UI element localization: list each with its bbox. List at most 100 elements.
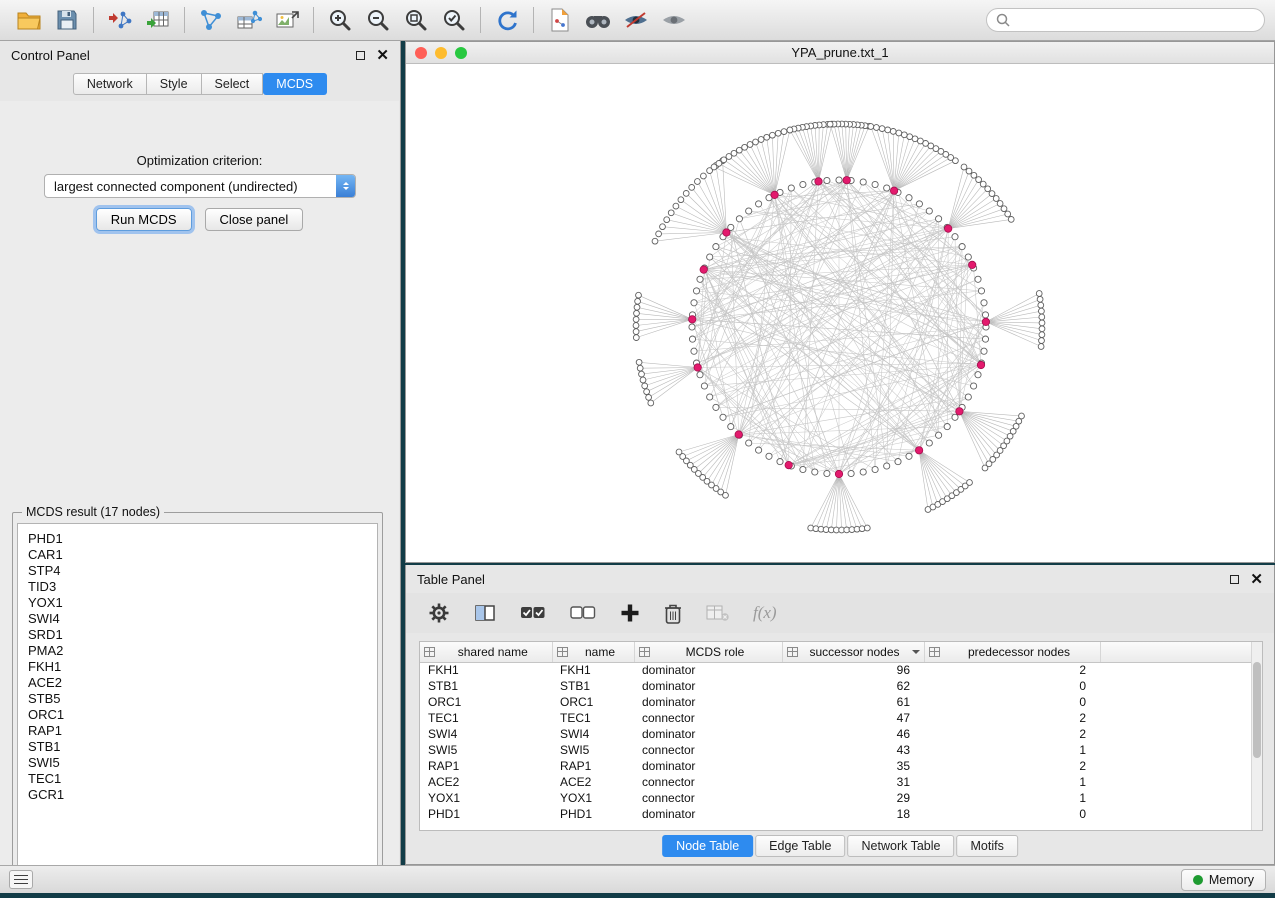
column-header-predecessor_nodes[interactable]: predecessor nodes bbox=[924, 642, 1100, 662]
zoom-in-button[interactable] bbox=[321, 4, 359, 36]
mcds-node-item[interactable]: STB1 bbox=[28, 739, 367, 755]
column-header-mcds_role[interactable]: MCDS role bbox=[634, 642, 782, 662]
mcds-node-item[interactable]: GCR1 bbox=[28, 787, 367, 803]
table-settings-button[interactable] bbox=[428, 602, 450, 624]
scrollbar-thumb[interactable] bbox=[1253, 662, 1261, 758]
sort-chevron-icon[interactable] bbox=[912, 650, 920, 658]
open-file-button[interactable] bbox=[10, 4, 48, 36]
select-all-button[interactable] bbox=[520, 604, 546, 622]
column-options-icon[interactable] bbox=[929, 647, 940, 657]
import-network-button[interactable] bbox=[101, 4, 139, 36]
criterion-dropdown[interactable]: largest connected component (undirected) bbox=[44, 174, 356, 198]
hide-graphics-details-button[interactable] bbox=[655, 4, 693, 36]
zoom-fit-button[interactable] bbox=[397, 4, 435, 36]
mcds-node-item[interactable]: TEC1 bbox=[28, 771, 367, 787]
table-scrollbar[interactable] bbox=[1251, 642, 1262, 830]
table-row[interactable]: FKH1FKH1dominator962 bbox=[420, 662, 1253, 678]
table-row[interactable]: STB1STB1dominator620 bbox=[420, 678, 1253, 694]
mcds-node-item[interactable]: ORC1 bbox=[28, 707, 367, 723]
column-options-icon[interactable] bbox=[787, 647, 798, 657]
mcds-node-item[interactable]: TID3 bbox=[28, 579, 367, 595]
cell-shared_name: SWI5 bbox=[420, 742, 552, 758]
float-panel-icon[interactable] bbox=[1230, 575, 1239, 584]
export-image-button[interactable] bbox=[268, 4, 306, 36]
import-table-button[interactable] bbox=[139, 4, 177, 36]
deselect-all-button[interactable] bbox=[570, 604, 596, 622]
mcds-node-item[interactable]: SWI5 bbox=[28, 755, 367, 771]
tab-mcds[interactable]: MCDS bbox=[263, 73, 327, 95]
window-close-button[interactable] bbox=[415, 47, 427, 59]
cell-successor_nodes: 46 bbox=[782, 726, 924, 742]
cell-name: FKH1 bbox=[552, 662, 634, 678]
zoom-in-icon bbox=[327, 7, 353, 33]
status-bar: Memory bbox=[0, 865, 1275, 893]
tab-motifs[interactable]: Motifs bbox=[956, 835, 1017, 857]
delete-column-button[interactable] bbox=[664, 603, 682, 624]
network-canvas[interactable] bbox=[406, 64, 1274, 562]
mcds-node-item[interactable]: PHD1 bbox=[28, 531, 367, 547]
copy-document-button[interactable] bbox=[541, 4, 579, 36]
mcds-node-item[interactable]: RAP1 bbox=[28, 723, 367, 739]
table-row[interactable]: SWI5SWI5connector431 bbox=[420, 742, 1253, 758]
new-network-button[interactable] bbox=[192, 4, 230, 36]
mcds-node-item[interactable]: FKH1 bbox=[28, 659, 367, 675]
column-header-shared_name[interactable]: shared name bbox=[420, 642, 552, 662]
tab-node-table[interactable]: Node Table bbox=[662, 835, 753, 857]
network-table-button[interactable] bbox=[230, 4, 268, 36]
table-row[interactable]: TEC1TEC1connector472 bbox=[420, 710, 1253, 726]
close-panel-button[interactable]: Close panel bbox=[205, 208, 304, 231]
show-columns-button[interactable] bbox=[474, 603, 496, 623]
mcds-node-item[interactable]: CAR1 bbox=[28, 547, 367, 563]
mcds-node-item[interactable]: YOX1 bbox=[28, 595, 367, 611]
cell-predecessor_nodes: 2 bbox=[924, 662, 1100, 678]
table-row[interactable]: ACE2ACE2connector311 bbox=[420, 774, 1253, 790]
column-header-successor_nodes[interactable]: successor nodes bbox=[782, 642, 924, 662]
close-panel-icon[interactable]: ✕ bbox=[376, 48, 389, 63]
mcds-node-item[interactable]: STB5 bbox=[28, 691, 367, 707]
zoom-selected-button[interactable] bbox=[435, 4, 473, 36]
node-table-container: shared namenameMCDS rolesuccessor nodesp… bbox=[419, 641, 1263, 831]
criterion-value: largest connected component (undirected) bbox=[54, 179, 298, 194]
close-panel-icon[interactable]: ✕ bbox=[1250, 572, 1263, 587]
mcds-node-item[interactable]: PMA2 bbox=[28, 643, 367, 659]
table-row[interactable]: YOX1YOX1connector291 bbox=[420, 790, 1253, 806]
hamburger-icon bbox=[14, 875, 28, 877]
window-minimize-button[interactable] bbox=[435, 47, 447, 59]
show-graphics-details-button[interactable] bbox=[617, 4, 655, 36]
table-row[interactable]: PHD1PHD1dominator180 bbox=[420, 806, 1253, 822]
memory-button[interactable]: Memory bbox=[1181, 869, 1266, 891]
search-network-button[interactable] bbox=[579, 4, 617, 36]
column-options-icon[interactable] bbox=[557, 647, 568, 657]
toolbar-separator bbox=[184, 7, 185, 33]
column-options-icon[interactable] bbox=[639, 647, 650, 657]
mcds-node-item[interactable]: ACE2 bbox=[28, 675, 367, 691]
tab-select[interactable]: Select bbox=[202, 73, 264, 95]
cell-name: SWI4 bbox=[552, 726, 634, 742]
tab-network[interactable]: Network bbox=[73, 73, 147, 95]
run-mcds-button[interactable]: Run MCDS bbox=[96, 208, 192, 231]
add-column-button[interactable] bbox=[620, 603, 640, 623]
zoom-out-button[interactable] bbox=[359, 4, 397, 36]
table-row[interactable]: ORC1ORC1dominator610 bbox=[420, 694, 1253, 710]
tab-network-table[interactable]: Network Table bbox=[848, 835, 955, 857]
column-header-name[interactable]: name bbox=[552, 642, 634, 662]
refresh-view-button[interactable] bbox=[488, 4, 526, 36]
mcds-node-item[interactable]: SRD1 bbox=[28, 627, 367, 643]
tab-style[interactable]: Style bbox=[147, 73, 202, 95]
float-panel-icon[interactable] bbox=[356, 51, 365, 60]
status-menu-button[interactable] bbox=[9, 870, 33, 889]
table-row[interactable]: SWI4SWI4dominator462 bbox=[420, 726, 1253, 742]
window-zoom-button[interactable] bbox=[455, 47, 467, 59]
mcds-node-item[interactable]: STP4 bbox=[28, 563, 367, 579]
toolbar-separator bbox=[533, 7, 534, 33]
save-session-button[interactable] bbox=[48, 4, 86, 36]
mcds-node-item[interactable]: SWI4 bbox=[28, 611, 367, 627]
cell-predecessor_nodes: 1 bbox=[924, 774, 1100, 790]
search-box[interactable] bbox=[986, 8, 1265, 32]
cell-predecessor_nodes: 2 bbox=[924, 726, 1100, 742]
column-options-icon[interactable] bbox=[424, 647, 435, 657]
search-input[interactable] bbox=[1015, 13, 1255, 27]
tab-edge-table[interactable]: Edge Table bbox=[755, 835, 845, 857]
table-row[interactable]: RAP1RAP1dominator352 bbox=[420, 758, 1253, 774]
table-panel-title: Table Panel bbox=[417, 572, 485, 587]
